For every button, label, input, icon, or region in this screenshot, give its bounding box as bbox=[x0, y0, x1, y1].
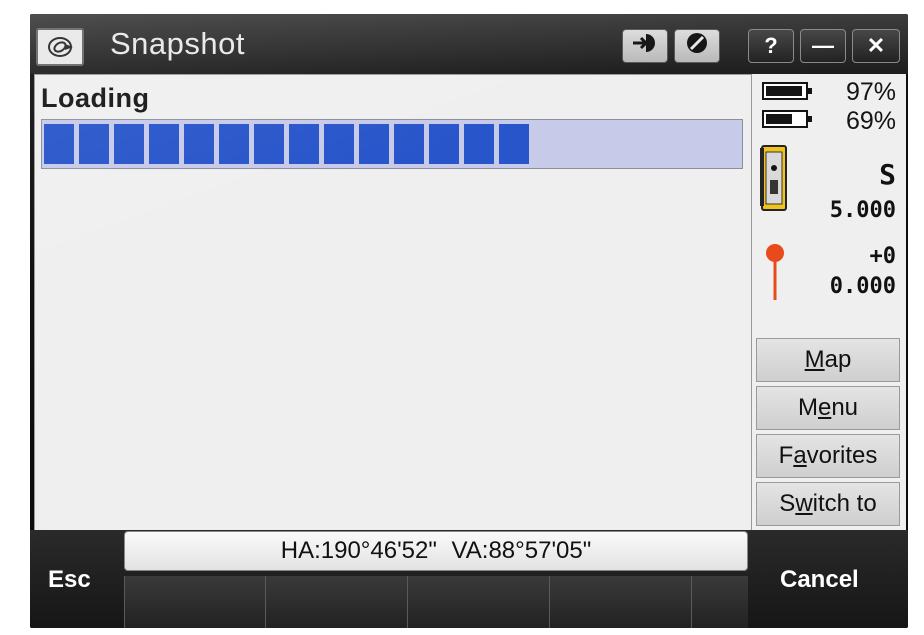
progress-segment bbox=[324, 124, 354, 164]
prism-offset: +0 bbox=[869, 244, 897, 269]
progress-segment bbox=[464, 124, 494, 164]
progress-segment bbox=[289, 124, 319, 164]
status-side-panel: 97% 69% S 5.000 +0 0.000 Map Me nu F a v… bbox=[752, 74, 906, 530]
window-title: Snapshot bbox=[110, 26, 245, 61]
close-button[interactable]: ✕ bbox=[852, 29, 900, 63]
loading-label: Loading bbox=[41, 83, 150, 113]
progress-segment bbox=[149, 124, 179, 164]
help-button[interactable]: ? bbox=[748, 29, 794, 63]
title-bar: Snapshot ? — ✕ bbox=[30, 14, 908, 74]
switch-to-button[interactable]: Sw itch to bbox=[756, 482, 900, 526]
favorites-button[interactable]: Fa vorites bbox=[756, 434, 900, 478]
button-text: ap bbox=[824, 346, 852, 373]
button-text: vorites bbox=[806, 442, 878, 469]
no-entry-icon bbox=[685, 31, 709, 61]
button-hotkey: a bbox=[793, 442, 807, 469]
progress-bar bbox=[41, 119, 743, 169]
progress-segment bbox=[79, 124, 109, 164]
device-screen: Snapshot ? — ✕ Loading 97% 69% S 5.000 +… bbox=[30, 14, 908, 628]
battery-2-percent: 69% bbox=[845, 107, 896, 135]
progress-segment bbox=[219, 124, 249, 164]
total-station-icon[interactable] bbox=[760, 144, 788, 217]
map-button[interactable]: Map bbox=[756, 338, 900, 382]
button-text: S bbox=[779, 490, 796, 517]
button-text: F bbox=[778, 442, 794, 469]
progress-segment bbox=[114, 124, 144, 164]
progress-segment bbox=[254, 124, 284, 164]
battery-1-percent: 97% bbox=[845, 78, 896, 106]
button-hotkey: e bbox=[817, 394, 832, 421]
button-text: itch to bbox=[812, 490, 877, 517]
prism-height: 0.000 bbox=[829, 274, 896, 299]
button-hotkey: M bbox=[804, 346, 825, 373]
app-logo-icon[interactable] bbox=[36, 28, 84, 66]
no-entry-button[interactable] bbox=[674, 29, 720, 63]
cancel-button[interactable]: Cancel bbox=[780, 566, 859, 594]
button-hotkey: w bbox=[795, 490, 813, 517]
minimize-button[interactable]: — bbox=[800, 29, 846, 63]
instrument-mode: S bbox=[879, 158, 896, 191]
softkey-slot[interactable] bbox=[265, 576, 408, 628]
softkey-slot[interactable] bbox=[124, 576, 266, 628]
progress-segment bbox=[184, 124, 214, 164]
progress-segment bbox=[359, 124, 389, 164]
button-text: nu bbox=[831, 394, 859, 421]
softkey-slot[interactable] bbox=[407, 576, 550, 628]
progress-segment bbox=[394, 124, 424, 164]
main-panel: Loading bbox=[34, 74, 752, 532]
angle-status-readout: HA:190°46'52" VA:88°57'05" bbox=[124, 531, 748, 571]
connect-arrow-icon bbox=[631, 31, 659, 61]
battery-icon bbox=[762, 82, 812, 100]
menu-button[interactable]: Me nu bbox=[756, 386, 900, 430]
instrument-value: 5.000 bbox=[829, 198, 896, 223]
connect-button[interactable] bbox=[622, 29, 668, 63]
progress-segment bbox=[44, 124, 74, 164]
esc-button[interactable]: Esc bbox=[48, 566, 91, 594]
softkey-slot[interactable] bbox=[691, 576, 748, 628]
softkey-slot[interactable] bbox=[549, 576, 692, 628]
progress-segment bbox=[499, 124, 529, 164]
prism-pole-icon[interactable] bbox=[762, 242, 788, 307]
progress-segment bbox=[429, 124, 459, 164]
button-text: M bbox=[797, 394, 818, 421]
battery-icon bbox=[762, 110, 812, 128]
